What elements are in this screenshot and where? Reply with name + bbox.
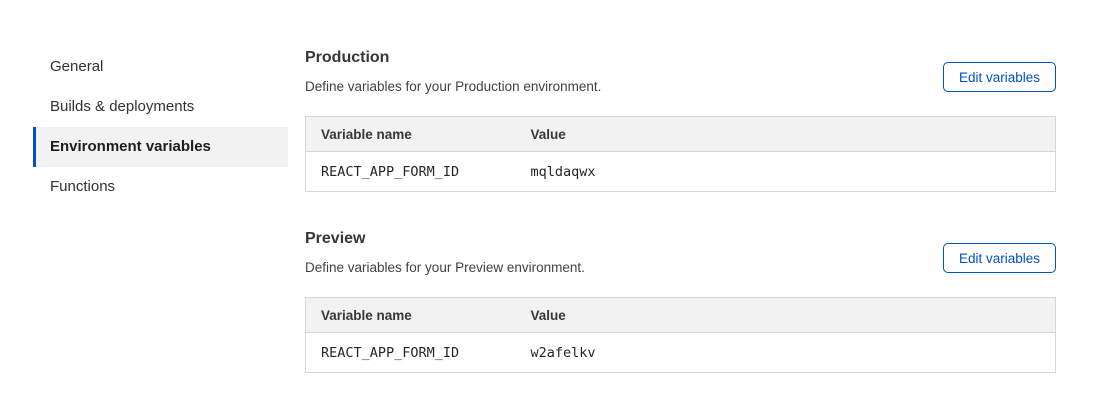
- sidebar-item-functions[interactable]: Functions: [33, 167, 288, 207]
- table-header-row: Variable name Value: [306, 117, 1056, 152]
- section-title-preview: Preview: [305, 229, 585, 248]
- sidebar-item-builds-deployments[interactable]: Builds & deployments: [33, 87, 288, 127]
- preview-section-header: Preview Define variables for your Previe…: [305, 229, 1056, 276]
- table-row: REACT_APP_FORM_ID mqldaqwx: [306, 152, 1056, 192]
- preview-header-text: Preview Define variables for your Previe…: [305, 229, 585, 276]
- settings-sidebar: General Builds & deployments Environment…: [33, 47, 288, 207]
- section-description-production: Define variables for your Production env…: [305, 79, 601, 95]
- edit-variables-button-preview[interactable]: Edit variables: [943, 243, 1056, 273]
- settings-content: Production Define variables for your Pro…: [305, 0, 1056, 373]
- variable-value-cell: w2afelkv: [516, 333, 1056, 373]
- section-description-preview: Define variables for your Preview enviro…: [305, 260, 585, 276]
- preview-variables-table: Variable name Value REACT_APP_FORM_ID w2…: [305, 297, 1056, 373]
- column-header-value: Value: [516, 117, 1056, 152]
- section-title-production: Production: [305, 48, 601, 67]
- table-row: REACT_APP_FORM_ID w2afelkv: [306, 333, 1056, 373]
- variable-name-cell: REACT_APP_FORM_ID: [306, 333, 516, 373]
- sidebar-item-general[interactable]: General: [33, 47, 288, 87]
- column-header-variable-name: Variable name: [306, 298, 516, 333]
- variable-name-cell: REACT_APP_FORM_ID: [306, 152, 516, 192]
- sidebar-item-environment-variables[interactable]: Environment variables: [33, 127, 288, 167]
- edit-variables-button-production[interactable]: Edit variables: [943, 62, 1056, 92]
- column-header-variable-name: Variable name: [306, 117, 516, 152]
- environment-variables-settings-page: General Builds & deployments Environment…: [0, 0, 1100, 373]
- variable-value-cell: mqldaqwx: [516, 152, 1056, 192]
- production-variables-table: Variable name Value REACT_APP_FORM_ID mq…: [305, 116, 1056, 192]
- production-section: Production Define variables for your Pro…: [305, 48, 1056, 192]
- production-section-header: Production Define variables for your Pro…: [305, 48, 1056, 95]
- preview-section: Preview Define variables for your Previe…: [305, 229, 1056, 373]
- column-header-value: Value: [516, 298, 1056, 333]
- production-header-text: Production Define variables for your Pro…: [305, 48, 601, 95]
- table-header-row: Variable name Value: [306, 298, 1056, 333]
